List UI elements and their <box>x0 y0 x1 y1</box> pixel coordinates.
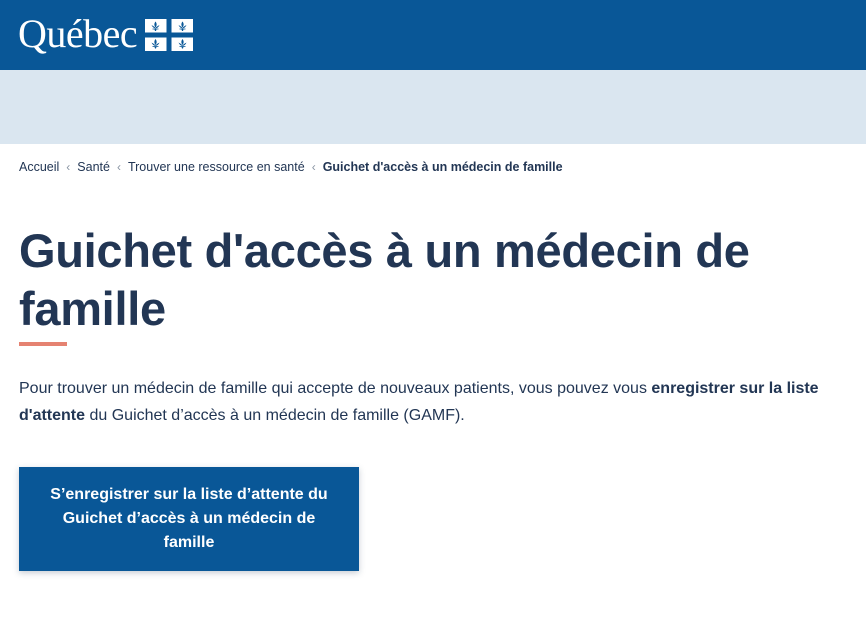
header-band <box>0 70 866 144</box>
breadcrumb: Accueil ‹ Santé ‹ Trouver une ressource … <box>19 160 563 174</box>
intro-text-end: du Guichet d’accès à un médecin de famil… <box>85 407 465 424</box>
register-waiting-list-button[interactable]: S’enregistrer sur la liste d’attente du … <box>19 467 359 571</box>
logo-wordmark: Québec <box>18 11 138 56</box>
intro-text-start: Pour trouver un médecin de famille qui a… <box>19 380 652 397</box>
chevron-left-icon: ‹ <box>116 160 121 174</box>
quebec-logo-link[interactable]: Québec <box>18 10 194 58</box>
chevron-left-icon: ‹ <box>311 160 316 174</box>
site-header: Québec <box>0 0 866 70</box>
fleurdelise-flag-icon <box>145 19 194 51</box>
chevron-left-icon: ‹ <box>66 160 71 174</box>
title-accent-bar <box>19 342 67 346</box>
breadcrumb-resource-link[interactable]: Trouver une ressource en santé <box>128 160 305 174</box>
breadcrumb-home-link[interactable]: Accueil <box>19 160 59 174</box>
breadcrumb-current-page: Guichet d'accès à un médecin de famille <box>322 160 563 174</box>
breadcrumb-sante-link[interactable]: Santé <box>77 160 110 174</box>
intro-paragraph: Pour trouver un médecin de famille qui a… <box>19 375 839 429</box>
page-title: Guichet d'accès à un médecin de famille <box>19 224 750 335</box>
